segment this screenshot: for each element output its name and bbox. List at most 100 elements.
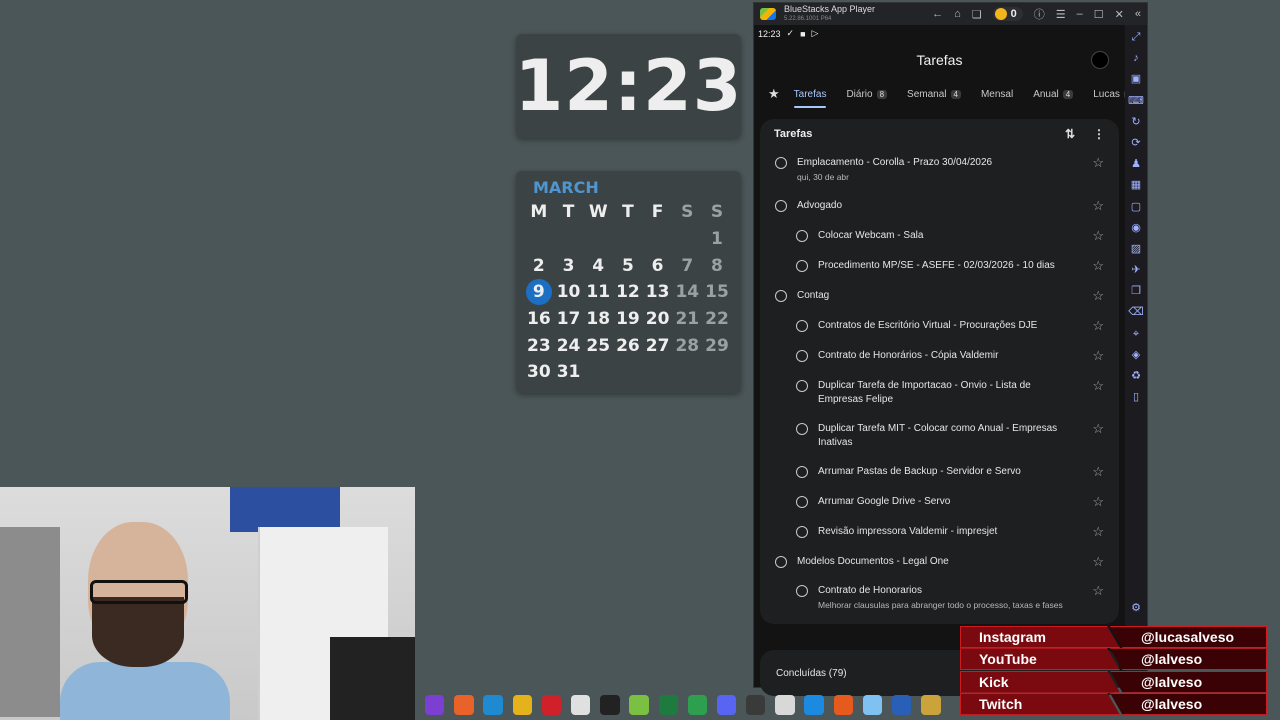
calendar-day[interactable]: 9 xyxy=(524,279,554,306)
task-checkbox[interactable] xyxy=(796,320,808,332)
task-checkbox[interactable] xyxy=(796,585,808,597)
zed-icon[interactable] xyxy=(425,695,445,715)
starred-tab-icon[interactable]: ★ xyxy=(768,86,780,102)
edge-icon[interactable] xyxy=(483,695,503,715)
task-checkbox[interactable] xyxy=(796,260,808,272)
help-icon[interactable]: ⓘ xyxy=(1034,6,1045,22)
collapse-icon[interactable]: « xyxy=(1135,8,1141,20)
media-icon[interactable]: ▣ xyxy=(1131,73,1141,86)
window-titlebar[interactable]: BlueStacks App Player 5.22.86.1001 P64 ←… xyxy=(754,3,1147,25)
calculator-icon[interactable] xyxy=(687,695,708,715)
calendar-day[interactable]: 1 xyxy=(702,226,732,253)
opera-icon[interactable] xyxy=(541,695,562,715)
task-row[interactable]: Arrumar Pastas de Backup - Servidor e Se… xyxy=(760,465,1119,479)
record-icon[interactable]: ◉ xyxy=(1131,222,1141,235)
star-icon[interactable]: ☆ xyxy=(1092,379,1104,393)
task-checkbox[interactable] xyxy=(796,350,808,362)
task-row[interactable]: Duplicar Tarefa de Importacao - Onvio - … xyxy=(760,379,1119,407)
volume-icon[interactable]: ♪ xyxy=(1133,52,1139,65)
task-row[interactable]: Procedimento MP/SE - ASEFE - 02/03/2026 … xyxy=(760,259,1119,273)
calendar-day[interactable]: 15 xyxy=(702,279,732,306)
eraser-icon[interactable]: ⌫ xyxy=(1128,306,1144,319)
calendar-day[interactable]: 23 xyxy=(524,332,554,359)
calendar-day[interactable]: 24 xyxy=(554,332,584,359)
task-checkbox[interactable] xyxy=(796,380,808,392)
calendar-day[interactable]: 20 xyxy=(643,306,673,333)
vscode-icon[interactable] xyxy=(804,695,824,715)
close-icon[interactable]: ✕ xyxy=(1115,8,1124,21)
star-icon[interactable]: ☆ xyxy=(1092,495,1104,509)
star-icon[interactable]: ☆ xyxy=(1092,289,1104,303)
calendar-day[interactable]: 14 xyxy=(672,279,702,306)
calendar-day[interactable]: 16 xyxy=(524,306,554,333)
calendar-day[interactable]: 12 xyxy=(613,279,643,306)
task-row[interactable]: Contrato de Honorarios Melhorar clausulas… xyxy=(760,584,1119,611)
airplane-icon[interactable]: ✈ xyxy=(1131,264,1140,277)
sort-icon[interactable]: ⇅ xyxy=(1065,127,1075,141)
calendar-day[interactable]: 13 xyxy=(643,279,673,306)
task-checkbox[interactable] xyxy=(796,466,808,478)
star-icon[interactable]: ☆ xyxy=(1092,156,1104,170)
calendar-day[interactable]: 18 xyxy=(583,306,613,333)
calendar-day[interactable]: 26 xyxy=(613,332,643,359)
firefox-icon[interactable] xyxy=(454,695,474,715)
coin-counter[interactable]: 0 xyxy=(992,7,1023,21)
task-row[interactable]: Revisão impressora Valdemir - impresjet ☆ xyxy=(760,525,1119,539)
excel-icon[interactable] xyxy=(658,695,678,715)
star-icon[interactable]: ☆ xyxy=(1092,259,1104,273)
tab-anual[interactable]: Anual 4 xyxy=(1033,78,1074,110)
task-row[interactable]: Arrumar Google Drive - Servo ☆ xyxy=(760,495,1119,509)
calendar-day[interactable]: 11 xyxy=(583,279,613,306)
task-row[interactable]: Contratos de Escritório Virtual - Procur… xyxy=(760,319,1119,333)
star-icon[interactable]: ☆ xyxy=(1092,319,1104,333)
calendar-day[interactable]: 7 xyxy=(672,252,702,279)
task-checkbox[interactable] xyxy=(796,423,808,435)
rotate-icon[interactable]: ↻ xyxy=(1131,116,1140,129)
calendar-day[interactable]: 8 xyxy=(702,252,732,279)
calendar-today[interactable]: 9 xyxy=(525,279,552,306)
calendar-day[interactable]: 3 xyxy=(554,252,584,279)
task-checkbox[interactable] xyxy=(775,290,787,302)
app-icon[interactable] xyxy=(921,695,941,715)
avatar[interactable] xyxy=(1091,51,1109,69)
task-checkbox[interactable] xyxy=(796,526,808,538)
calendar-day[interactable]: 4 xyxy=(583,252,613,279)
star-icon[interactable]: ☆ xyxy=(1092,229,1104,243)
calendar-day[interactable]: 27 xyxy=(643,332,673,359)
word-icon[interactable] xyxy=(892,695,912,715)
task-row[interactable]: Modelos Documentos - Legal One ☆ xyxy=(760,555,1119,569)
sync-icon[interactable]: ⟳ xyxy=(1131,137,1140,150)
tab-diário[interactable]: Diário 8 xyxy=(846,78,888,110)
tab-semanal[interactable]: Semanal 4 xyxy=(907,78,961,110)
screenshot-icon[interactable]: ▢ xyxy=(1131,201,1141,214)
task-row[interactable]: Contag ☆ xyxy=(760,289,1119,303)
bluestacks-icon[interactable] xyxy=(629,695,649,715)
task-checkbox[interactable] xyxy=(796,230,808,242)
keyboard-icon[interactable]: ⌨ xyxy=(1128,95,1144,108)
star-icon[interactable]: ☆ xyxy=(1092,349,1104,363)
gamepad-icon[interactable]: ♟ xyxy=(1131,158,1141,171)
task-checkbox[interactable] xyxy=(775,200,787,212)
star-icon[interactable]: ☆ xyxy=(1092,465,1104,479)
task-checkbox[interactable] xyxy=(775,556,787,568)
menu-icon[interactable]: ☰ xyxy=(1056,8,1066,21)
eco-icon[interactable]: ♻ xyxy=(1131,370,1141,383)
task-checkbox[interactable] xyxy=(796,496,808,508)
fullscreen-icon[interactable]: ⤢ xyxy=(1132,31,1141,44)
task-row[interactable]: Advogado ☆ xyxy=(760,199,1119,213)
location-icon[interactable]: ⌖ xyxy=(1133,328,1139,341)
calendar-day[interactable]: 30 xyxy=(524,359,554,386)
calendar-day[interactable]: 5 xyxy=(613,252,643,279)
settings-icon[interactable]: ⚙ xyxy=(1131,602,1141,615)
calendar-day[interactable]: 19 xyxy=(613,306,643,333)
star-icon[interactable]: ☆ xyxy=(1092,199,1104,213)
notepad-icon[interactable] xyxy=(862,695,883,715)
calendar-icon[interactable]: ▦ xyxy=(1131,179,1141,192)
discord-icon[interactable] xyxy=(716,695,737,715)
paint-icon[interactable] xyxy=(775,695,795,715)
star-icon[interactable]: ☆ xyxy=(1092,584,1104,598)
calendar-day[interactable]: 31 xyxy=(554,359,584,386)
task-row[interactable]: Contrato de Honorários - Cópia Valdemir ☆ xyxy=(760,349,1119,363)
calendar-day[interactable]: 29 xyxy=(702,332,732,359)
more-icon[interactable]: ⋮ xyxy=(1093,127,1105,141)
